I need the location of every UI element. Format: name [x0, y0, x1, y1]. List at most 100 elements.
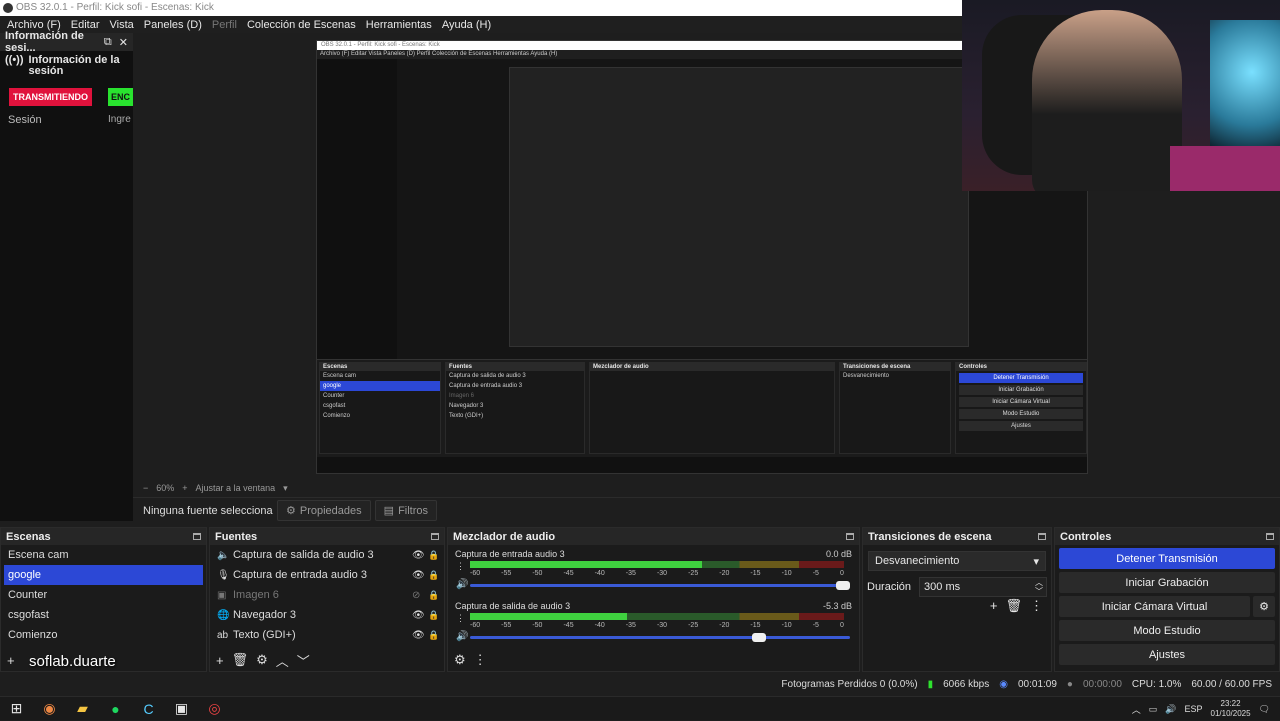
network-icon[interactable]: ▭ [1149, 704, 1158, 715]
menu-help[interactable]: Ayuda (H) [437, 19, 496, 31]
trash-icon[interactable]: 🗑 [1005, 598, 1022, 614]
channel-menu-icon[interactable]: ⋮ [456, 613, 465, 624]
advanced-audio-icon[interactable]: ⚙ [454, 652, 466, 668]
sources-header: Fuentes [210, 528, 444, 545]
add-source-button[interactable]: + [216, 653, 224, 668]
scene-item[interactable]: csgofast [1, 605, 206, 625]
eye-icon[interactable]: 👁 [412, 630, 428, 641]
chevron-up-icon[interactable]: ︿ [1132, 703, 1141, 716]
duration-label: Duración [867, 581, 912, 593]
float-icon[interactable]: ⧉ [104, 36, 112, 49]
stop-stream-button[interactable]: Detener Transmisión [1059, 548, 1275, 569]
chevron-down-icon[interactable]: ﹀ [297, 651, 310, 670]
window-title: OBS 32.0.1 - Perfil: Kick sofi - Escenas… [16, 2, 214, 13]
transition-select[interactable]: Desvanecimiento ▾ [868, 551, 1046, 571]
menu-file[interactable]: Archivo (F) [2, 19, 66, 31]
scenes-dock: Escenas Escena cam google Counter csgofa… [0, 527, 207, 672]
start-virtual-camera-button[interactable]: Iniciar Cámara Virtual [1059, 596, 1250, 617]
lock-icon[interactable]: 🔒 [428, 610, 444, 621]
dock-float-icon[interactable] [1266, 533, 1274, 540]
language-indicator[interactable]: ESP [1185, 704, 1203, 714]
lock-icon[interactable]: 🔒 [428, 590, 444, 601]
start-recording-button[interactable]: Iniciar Grabación [1059, 572, 1275, 593]
duration-input[interactable]: 300 ms ︿ ﹀ [919, 577, 1047, 597]
folder-icon[interactable]: ▰ [66, 700, 99, 717]
filters-button[interactable]: ▤ Filtros [374, 500, 438, 521]
meter-ticks: -60 -55 -50 -45 -40 -35 -30 -25 -20 -15 -10 -5 0 [470, 570, 844, 577]
speaker-icon[interactable]: 🔊 [456, 579, 468, 590]
zoom-minus-button[interactable]: − [143, 483, 148, 493]
mixer-channel: Captura de entrada audio 3 0.0 dB ⋮ -60 -… [448, 545, 859, 597]
trash-icon[interactable]: 🗑 [232, 652, 249, 668]
lock-icon[interactable]: 🔒 [428, 570, 444, 581]
menu-docks[interactable]: Paneles (D) [139, 19, 207, 31]
source-item[interactable]: 🎙 Captura de entrada audio 3 👁 🔒 [210, 565, 444, 585]
menu-scene-collection[interactable]: Colección de Escenas [242, 19, 361, 31]
image-icon: ▣ [217, 589, 227, 601]
settings-button[interactable]: Ajustes [1059, 644, 1275, 665]
source-item-hidden[interactable]: ▣ Imagen 6 ⊘ 🔒 [210, 585, 444, 605]
meter-tick: -35 [625, 622, 636, 629]
dock-float-icon[interactable] [193, 533, 201, 540]
meter-tick: -30 [656, 570, 668, 577]
scene-item[interactable]: Comienzo [1, 625, 206, 645]
more-options-icon[interactable]: ⋮ [1030, 598, 1043, 614]
scene-item[interactable]: Counter [1, 585, 206, 605]
add-scene-button[interactable]: + [7, 653, 15, 668]
volume-knob[interactable] [836, 581, 850, 590]
ingr-label[interactable]: Ingre Socia [108, 114, 133, 126]
scene-item[interactable]: Escena cam [1, 545, 206, 565]
volume-icon[interactable]: 🔊 [1165, 704, 1176, 715]
dock-float-icon[interactable] [431, 533, 439, 540]
channel-menu-icon[interactable]: ⋮ [456, 561, 465, 572]
lock-icon[interactable]: 🔒 [428, 550, 444, 561]
menu-view[interactable]: Vista [105, 19, 139, 31]
meter-tick: -45 [563, 622, 574, 629]
ccleaner-icon[interactable]: C [132, 701, 165, 717]
chevron-up-icon[interactable]: ︿ [276, 651, 289, 670]
meter-tick: -30 [656, 622, 668, 629]
meter-tick: -15 [750, 570, 761, 577]
properties-button[interactable]: ⚙ Propiedades [277, 500, 371, 521]
scene-item-selected[interactable]: google [4, 565, 203, 585]
eye-hidden-icon[interactable]: ⊘ [412, 590, 428, 601]
meter-tick: -60 [470, 570, 481, 577]
gear-icon[interactable]: ⚙ [256, 652, 268, 668]
session-label[interactable]: Sesión [8, 114, 42, 126]
record-icon: ● [1066, 678, 1073, 690]
webcam-person [1032, 10, 1182, 191]
app-icon[interactable]: ▣ [165, 700, 198, 717]
spotify-icon[interactable]: ● [99, 701, 132, 717]
lock-icon[interactable]: 🔒 [428, 630, 444, 641]
speaker-icon[interactable]: 🔊 [456, 631, 468, 642]
windows-start-icon[interactable]: ⊞ [0, 700, 33, 717]
eye-icon[interactable]: 👁 [412, 570, 428, 581]
dock-float-icon[interactable] [1038, 533, 1046, 540]
source-item[interactable]: 🌐 Navegador 3 👁 🔒 [210, 605, 444, 625]
green-badge: ENC [108, 88, 133, 106]
clock[interactable]: 23:22 01/10/2025 [1211, 699, 1251, 719]
menu-tools[interactable]: Herramientas [361, 19, 437, 31]
menu-profile[interactable]: Perfil [207, 19, 242, 31]
dock-float-icon[interactable] [846, 533, 854, 540]
volume-knob[interactable] [752, 633, 767, 642]
obs-icon[interactable]: ◎ [198, 700, 231, 717]
chrome-icon[interactable]: ◉ [33, 700, 66, 717]
add-transition-button[interactable]: + [990, 598, 998, 614]
close-icon[interactable]: ✕ [119, 36, 128, 49]
more-options-icon[interactable]: ⋮ [474, 652, 487, 668]
notification-icon[interactable]: 🗨 [1259, 704, 1270, 715]
eye-icon[interactable]: 👁 [412, 610, 428, 621]
source-item[interactable]: 🔈 Captura de salida de audio 3 👁 🔒 [210, 545, 444, 565]
sources-title: Fuentes [215, 530, 258, 543]
source-item[interactable]: ab Texto (GDI+) 👁 🔒 [210, 625, 444, 645]
volume-slider[interactable] [470, 581, 850, 590]
studio-mode-button[interactable]: Modo Estudio [1059, 620, 1275, 641]
zoom-plus-button[interactable]: + [182, 483, 187, 493]
volume-slider[interactable] [470, 633, 850, 642]
menu-edit[interactable]: Editar [66, 19, 105, 31]
gear-icon[interactable]: ⚙ [1253, 596, 1275, 617]
chevron-down-icon[interactable]: ▾ [283, 483, 288, 494]
fit-window-label[interactable]: Ajustar a la ventana [196, 483, 276, 493]
eye-icon[interactable]: 👁 [412, 550, 428, 561]
